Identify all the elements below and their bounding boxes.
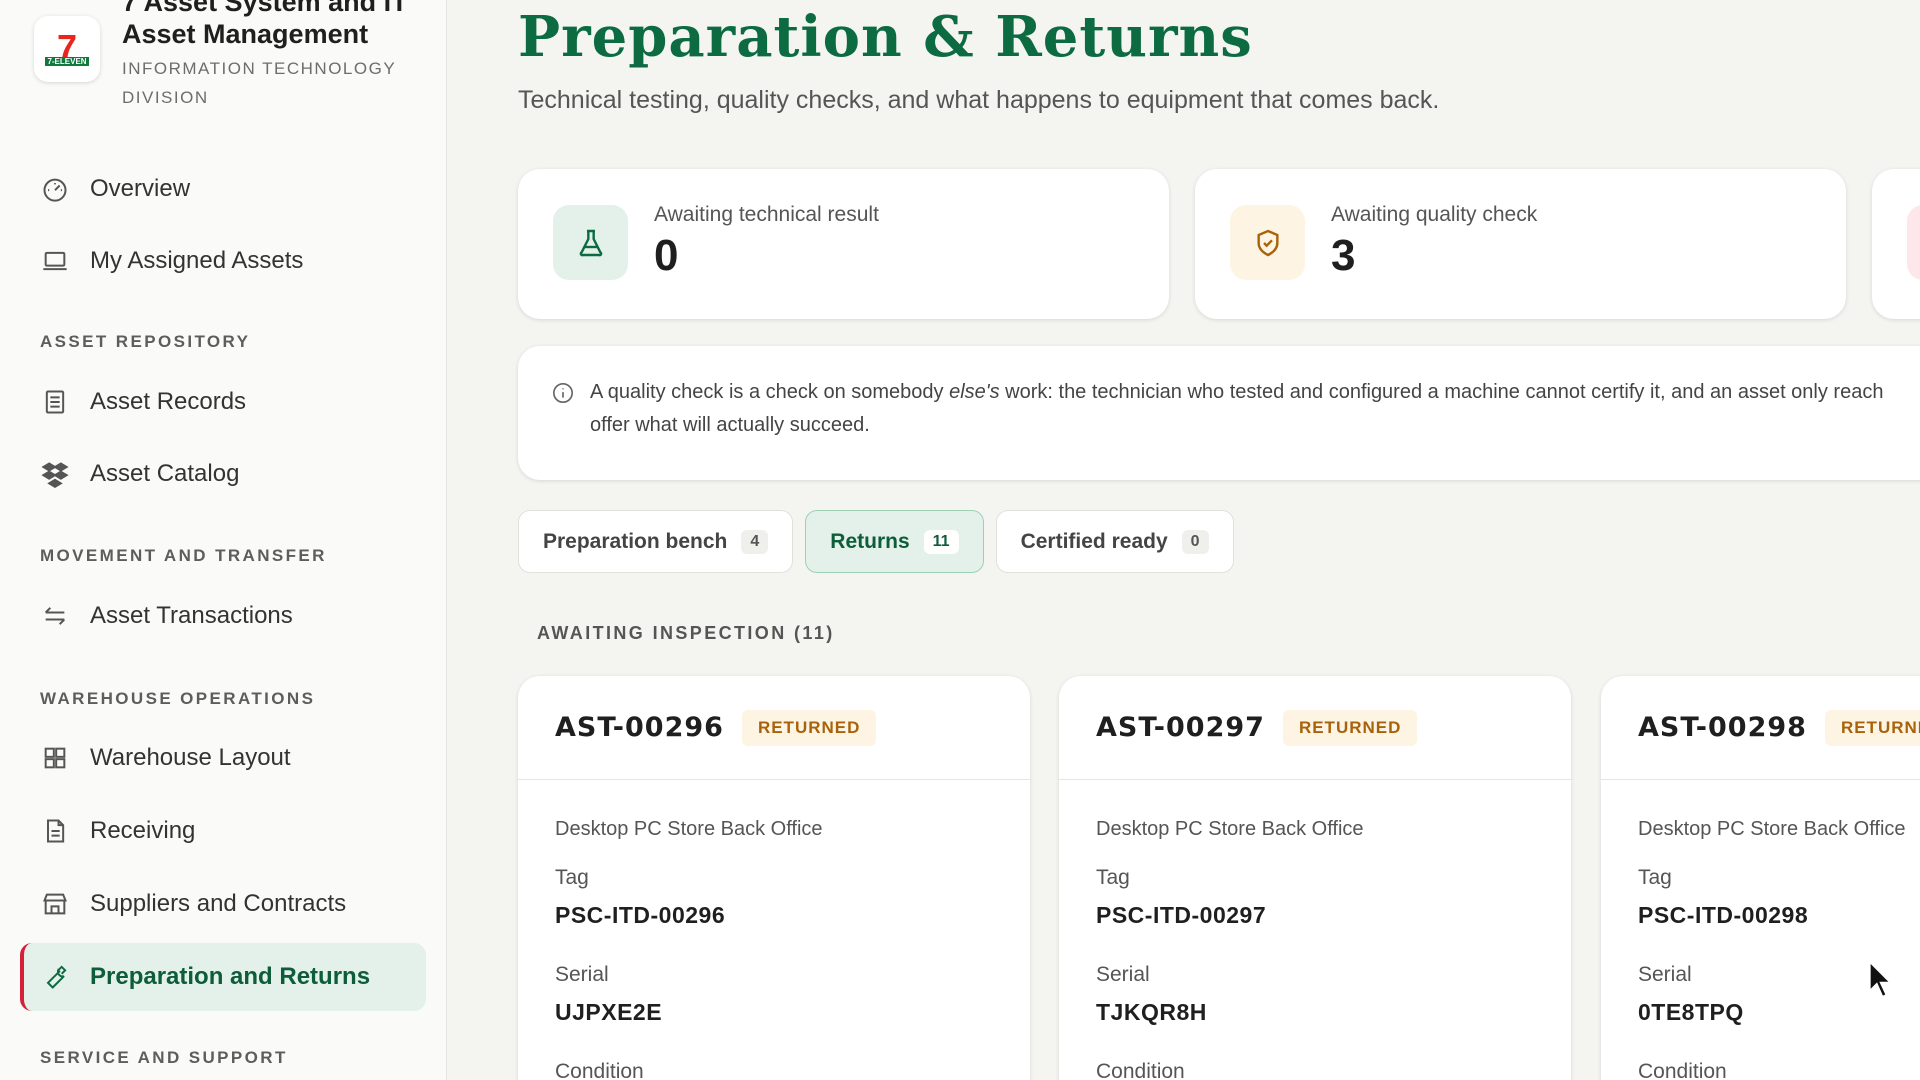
tab-certified-ready[interactable]: Certified ready 0	[995, 510, 1234, 573]
boxes-icon	[40, 459, 70, 489]
condition-label: Condition	[1096, 1060, 1185, 1080]
tab-returns[interactable]: Returns 11	[805, 510, 984, 573]
document-list-icon	[40, 387, 70, 417]
serial-label: Serial	[1638, 963, 1692, 986]
tag-value: PSC-ITD-00298	[1638, 902, 1809, 928]
section-movement-and-transfer: MOVEMENT AND TRANSFER	[40, 546, 327, 565]
tab-label: Certified ready	[1020, 529, 1168, 553]
tab-label: Returns	[830, 529, 910, 553]
asset-id: AST-00297	[1096, 712, 1265, 743]
group-label: AWAITING INSPECTION (11)	[537, 623, 835, 643]
section-asset-repository: ASSET REPOSITORY	[40, 332, 251, 351]
stat-card-partial[interactable]	[1872, 169, 1920, 319]
sidebar-item-label: Asset Catalog	[90, 460, 240, 487]
asset-model: Desktop PC Store Back Office	[1638, 818, 1906, 840]
sidebar-item-preparation-and-returns[interactable]: Preparation and Returns	[20, 943, 426, 1011]
shield-check-icon	[1230, 205, 1305, 280]
status-badge: RETURNED	[1282, 709, 1418, 746]
sidebar-item-label: Suppliers and Contracts	[90, 890, 347, 917]
serial-value: UJPXE2E	[555, 999, 663, 1025]
stat-label: Awaiting quality check	[1331, 203, 1538, 226]
logo-text: 7-ELEVEN	[45, 56, 89, 66]
sidebar-item-asset-records[interactable]: Asset Records	[20, 368, 426, 436]
info-callout: A quality check is a check on somebody e…	[518, 346, 1920, 480]
page-title: Preparation & Returns	[518, 4, 1253, 70]
status-badge: RETURNED	[741, 709, 877, 746]
page-subtitle: Technical testing, quality checks, and w…	[518, 86, 1440, 114]
asset-card[interactable]: AST-00296 RETURNED Desktop PC Store Back…	[518, 676, 1030, 1080]
asset-id: AST-00296	[555, 712, 724, 743]
main-content: Preparation & Returns Technical testing,…	[448, 0, 1920, 1080]
tag-label: Tag	[1638, 866, 1672, 889]
section-warehouse-operations: WAREHOUSE OPERATIONS	[40, 689, 316, 708]
file-icon	[40, 816, 70, 846]
app-subtitle: INFORMATION TECHNOLOGY DIVISION	[122, 59, 396, 107]
stat-icon-partial	[1907, 205, 1920, 280]
tag-value: PSC-ITD-00297	[1096, 902, 1267, 928]
tab-label: Preparation bench	[543, 529, 728, 553]
status-badge: RETURNED	[1824, 709, 1920, 746]
tag-label: Tag	[555, 866, 589, 889]
sidebar-item-label: Receiving	[90, 817, 196, 844]
condition-label: Condition	[555, 1060, 644, 1080]
asset-id: AST-00298	[1638, 712, 1807, 743]
sidebar-item-receiving[interactable]: Receiving	[20, 797, 426, 865]
stat-awaiting-technical-result[interactable]: Awaiting technical result 0	[518, 169, 1169, 319]
tab-count: 0	[1181, 529, 1209, 554]
mouse-cursor-icon	[1868, 960, 1894, 999]
sidebar-item-my-assigned-assets[interactable]: My Assigned Assets	[20, 227, 426, 295]
card-header: AST-00298 RETURNED	[1601, 676, 1920, 780]
sidebar: 7 7-ELEVEN 7 Asset System and IT Asset M…	[0, 0, 447, 1080]
serial-value: 0TE8TPQ	[1638, 999, 1744, 1025]
transfer-arrows-icon	[40, 601, 70, 631]
sidebar-item-suppliers-and-contracts[interactable]: Suppliers and Contracts	[20, 870, 426, 938]
tab-bar: Preparation bench 4 Returns 11 Certified…	[518, 510, 1234, 573]
asset-model: Desktop PC Store Back Office	[555, 818, 823, 840]
serial-label: Serial	[1096, 963, 1150, 986]
section-service-and-support: SERVICE AND SUPPORT	[40, 1048, 288, 1067]
card-header: AST-00296 RETURNED	[518, 676, 1030, 780]
laptop-icon	[40, 246, 70, 276]
brand: 7 7-ELEVEN 7 Asset System and IT Asset M…	[34, 0, 434, 107]
sidebar-item-label: Overview	[90, 175, 191, 202]
stat-label: Awaiting technical result	[654, 203, 879, 226]
app-title: 7 Asset System and IT Asset Management	[122, 0, 408, 49]
flask-icon	[553, 205, 628, 280]
sidebar-item-asset-transactions[interactable]: Asset Transactions	[20, 582, 426, 650]
asset-model: Desktop PC Store Back Office	[1096, 818, 1364, 840]
gauge-icon	[40, 174, 70, 204]
sidebar-item-asset-catalog[interactable]: Asset Catalog	[20, 440, 426, 508]
info-text: A quality check is a check on somebody e…	[590, 376, 1920, 442]
stat-awaiting-quality-check[interactable]: Awaiting quality check 3	[1195, 169, 1846, 319]
tag-value: PSC-ITD-00296	[555, 902, 726, 928]
asset-card[interactable]: AST-00297 RETURNED Desktop PC Store Back…	[1059, 676, 1571, 1080]
stat-value: 0	[654, 231, 679, 280]
sidebar-item-label: My Assigned Assets	[90, 247, 304, 274]
stat-value: 3	[1331, 231, 1356, 280]
tag-label: Tag	[1096, 866, 1130, 889]
info-text-part: A quality check is a check on somebody	[590, 381, 950, 403]
info-text-emphasis: else's	[949, 381, 1000, 403]
sidebar-item-overview[interactable]: Overview	[20, 155, 426, 223]
grid-icon	[40, 743, 70, 773]
store-icon	[40, 889, 70, 919]
serial-value: TJKQR8H	[1096, 999, 1207, 1025]
sidebar-item-warehouse-layout[interactable]: Warehouse Layout	[20, 724, 426, 792]
tab-count: 11	[923, 529, 959, 554]
card-header: AST-00297 RETURNED	[1059, 676, 1571, 780]
condition-label: Condition	[1638, 1060, 1727, 1080]
info-text-part: work: the technician who tested and conf…	[999, 381, 1884, 403]
asset-card[interactable]: AST-00298 RETURNED Desktop PC Store Back…	[1601, 676, 1920, 1080]
info-text-line2: offer what will actually succeed.	[590, 414, 870, 436]
tab-preparation-bench[interactable]: Preparation bench 4	[518, 510, 794, 573]
seven-eleven-logo[interactable]: 7 7-ELEVEN	[34, 16, 100, 82]
serial-label: Serial	[555, 963, 609, 986]
sidebar-item-label: Asset Records	[90, 388, 247, 415]
sidebar-item-label: Asset Transactions	[90, 602, 293, 629]
sidebar-item-label: Preparation and Returns	[90, 963, 371, 990]
sidebar-item-label: Warehouse Layout	[90, 744, 291, 771]
wrench-icon	[40, 962, 70, 992]
tab-count: 4	[741, 529, 769, 554]
info-icon	[553, 383, 573, 403]
